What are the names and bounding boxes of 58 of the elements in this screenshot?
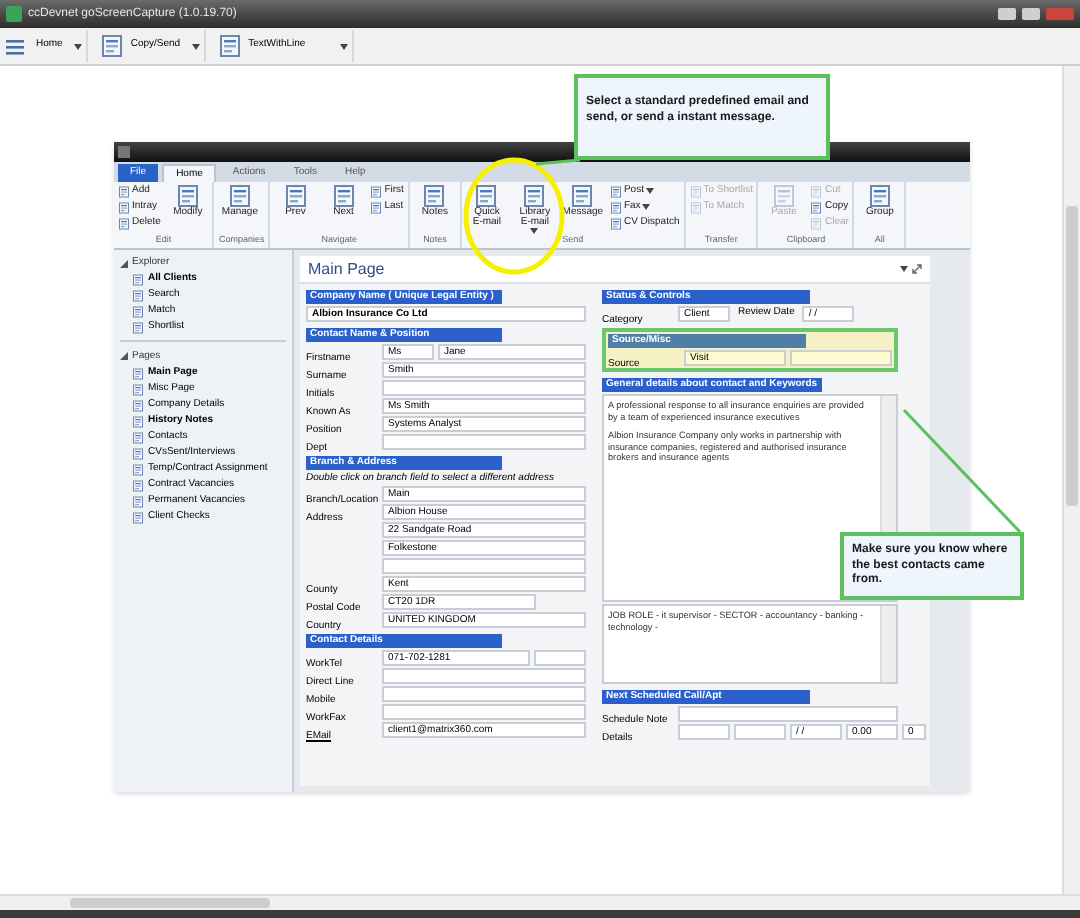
- document-icon: [132, 367, 144, 379]
- document-icon: [132, 274, 144, 286]
- scrollbar-thumb[interactable]: [70, 898, 270, 908]
- menu-icon[interactable]: [6, 37, 24, 55]
- document-icon: [810, 201, 823, 213]
- input-field[interactable]: [382, 686, 586, 702]
- input-field[interactable]: [678, 724, 730, 740]
- input-field[interactable]: [382, 558, 586, 574]
- collapse-triangle-icon[interactable]: [120, 259, 128, 268]
- document-icon: [132, 447, 144, 459]
- input-field[interactable]: [790, 350, 892, 366]
- leader-line: [535, 158, 581, 166]
- expand-icon[interactable]: [912, 264, 922, 274]
- leader-line: [902, 408, 1022, 534]
- page-title: Main Page: [308, 257, 385, 281]
- document-icon: [132, 495, 144, 507]
- document-icon: [132, 383, 144, 395]
- document-icon: [132, 290, 144, 302]
- document-icon: [810, 217, 823, 229]
- document-icon: [132, 415, 144, 427]
- highlight-ellipse: [463, 157, 565, 275]
- maximize-button[interactable]: [1022, 8, 1040, 20]
- caret-icon: [74, 43, 83, 49]
- document-icon: [132, 431, 144, 443]
- document-icon: [609, 201, 622, 213]
- document-icon: [810, 185, 823, 197]
- document-icon: [132, 322, 144, 334]
- document-icon: [132, 463, 144, 475]
- caret-icon: [340, 43, 349, 49]
- document-icon: [689, 185, 702, 197]
- document-icon: [132, 479, 144, 491]
- input-field[interactable]: [382, 668, 586, 684]
- document-icon: [100, 34, 125, 58]
- input-field[interactable]: [734, 724, 786, 740]
- document-icon: [689, 201, 702, 213]
- minimize-button[interactable]: [998, 8, 1016, 20]
- app-icon: [118, 146, 130, 158]
- input-field[interactable]: [678, 706, 898, 722]
- close-button[interactable]: [1046, 8, 1074, 20]
- scrollbar[interactable]: [880, 606, 896, 682]
- document-icon: [771, 184, 796, 208]
- scrollbar-thumb[interactable]: [1066, 206, 1078, 506]
- collapse-triangle-icon[interactable]: [120, 352, 128, 361]
- caret-icon: [900, 266, 908, 272]
- caret-icon: [192, 43, 201, 49]
- input-field[interactable]: [382, 704, 586, 720]
- document-icon: [132, 306, 144, 318]
- app-icon: [6, 6, 22, 22]
- horizontal-scrollbar[interactable]: [0, 894, 1080, 910]
- input-field[interactable]: [534, 650, 586, 666]
- vertical-scrollbar[interactable]: [1062, 66, 1080, 894]
- document-icon: [609, 217, 622, 229]
- document-icon: [132, 511, 144, 523]
- document-icon: [370, 201, 383, 213]
- document-icon: [218, 34, 243, 58]
- input-field[interactable]: [382, 380, 586, 396]
- input-field[interactable]: [382, 434, 586, 450]
- document-icon: [132, 399, 144, 411]
